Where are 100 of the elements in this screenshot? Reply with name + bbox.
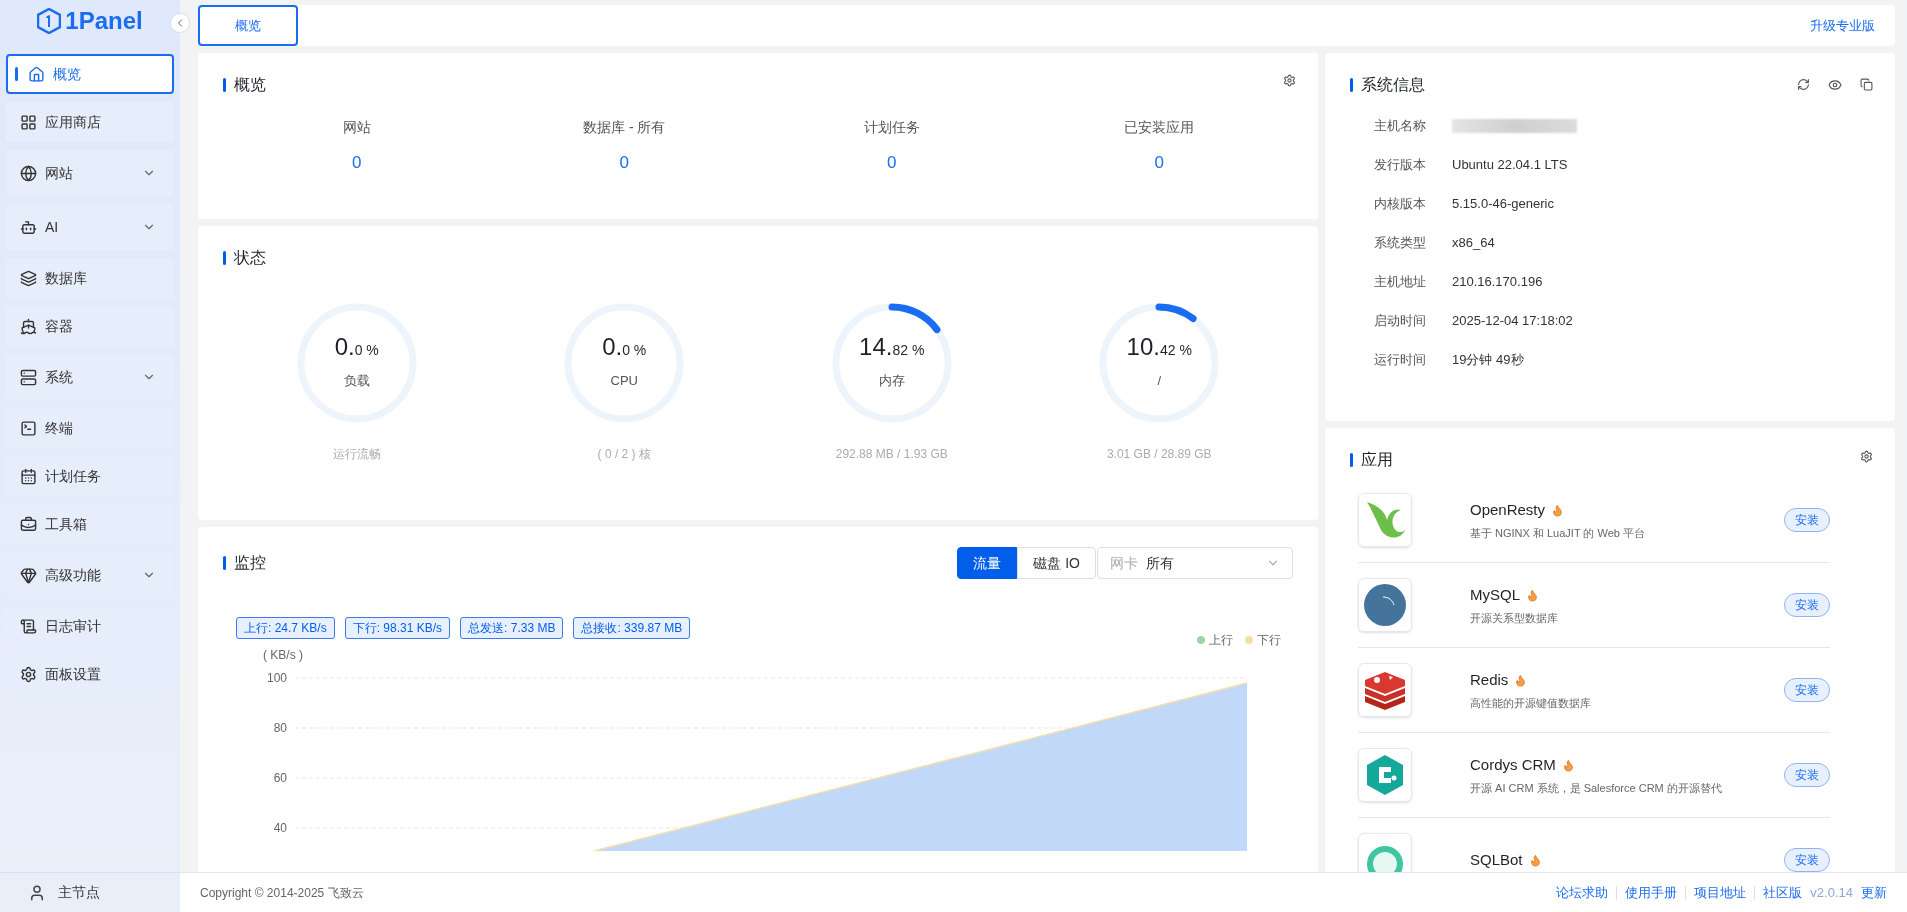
stat-value[interactable]: 0 — [887, 150, 897, 176]
axis-tick: 100 — [266, 671, 287, 685]
gauge-value: 14.82 % — [859, 335, 925, 360]
toolbox-icon — [20, 515, 37, 533]
info-label: 发行版本 — [1374, 156, 1427, 175]
info-value: Ubuntu 22.04.1 LTS — [1452, 156, 1568, 175]
mode-tab[interactable]: 磁盘 IO — [1017, 547, 1096, 579]
app-name: MySQL — [1470, 585, 1520, 605]
traffic-tag: 下行: 98.31 KB/s — [344, 617, 451, 639]
refresh-icon[interactable] — [1797, 78, 1810, 91]
traffic-tag: 上行: 24.7 KB/s — [236, 617, 335, 639]
stat-label: 网站 — [342, 118, 371, 137]
settings-icon — [20, 665, 37, 683]
stat-label: 计划任务 — [863, 118, 920, 137]
info-label: 主机名称 — [1374, 117, 1427, 136]
install-button[interactable]: 安装 — [1784, 678, 1830, 702]
menu-item[interactable]: AI — [6, 204, 174, 250]
install-button[interactable]: 安装 — [1784, 763, 1830, 787]
info-value: 2025-12-04 17:18:02 — [1452, 312, 1573, 331]
stat-value[interactable]: 0 — [619, 150, 629, 176]
install-button[interactable]: 安装 — [1784, 848, 1830, 872]
gauge-label: 内存 — [878, 372, 905, 391]
gauge-caption: ( 0 / 2 ) 核 — [597, 446, 651, 463]
footer-link[interactable]: 论坛求助 — [1556, 882, 1609, 903]
menu-item[interactable]: 网站 — [6, 150, 174, 196]
stat-label: 已安装应用 — [1124, 118, 1195, 137]
page-tab[interactable]: 概览 — [198, 5, 298, 46]
menu-item[interactable]: 系统 — [6, 354, 174, 400]
menu-item[interactable]: 终端 — [6, 408, 174, 448]
stat-value[interactable]: 0 — [352, 150, 362, 176]
terminal-icon — [20, 419, 37, 437]
eye-icon[interactable] — [1828, 78, 1842, 92]
card-title: 监控 — [234, 553, 266, 573]
gauge-label: 负载 — [343, 372, 370, 391]
card-title: 状态 — [234, 248, 266, 268]
menu-item[interactable]: 应用商店 — [6, 102, 174, 142]
upgrade-link[interactable]: 升级专业版 — [1810, 15, 1875, 36]
install-button[interactable]: 安装 — [1784, 508, 1830, 532]
settings-icon[interactable] — [1860, 450, 1873, 463]
gauge-caption: 运行流畅 — [332, 446, 381, 463]
house-icon — [28, 65, 45, 83]
legend-label[interactable]: 下行 — [1257, 631, 1281, 649]
logo-icon — [37, 8, 62, 34]
info-label: 运行时间 — [1374, 351, 1427, 370]
gauge-label: / — [1157, 372, 1162, 391]
copy-icon[interactable] — [1860, 78, 1873, 91]
app-description: 开源 AI CRM 系统，是 Salesforce CRM 的开源替代 — [1470, 780, 1723, 796]
gauge-caption: 3.01 GB / 28.89 GB — [1106, 446, 1212, 463]
info-value: 5.15.0-46-generic — [1452, 195, 1554, 214]
gauge-value: 0.0 % — [602, 335, 647, 360]
install-button[interactable]: 安装 — [1784, 593, 1830, 617]
layers-icon — [20, 269, 37, 287]
copyright: Copyright © 2014-2025 飞致云 — [200, 884, 364, 902]
info-label: 内核版本 — [1374, 195, 1427, 214]
gem-icon — [20, 566, 37, 584]
axis-tick: 80 — [273, 721, 287, 735]
card-title: 系统信息 — [1361, 75, 1425, 95]
traffic-tag: 总接收: 339.87 MB — [573, 617, 691, 639]
nic-select[interactable]: 网卡 所有 — [1097, 547, 1293, 579]
app-name: Redis — [1470, 670, 1509, 690]
axis-tick: 40 — [273, 821, 287, 835]
footer-link[interactable]: 项目地址 — [1694, 882, 1747, 903]
ship-icon — [20, 317, 37, 335]
footer-link[interactable]: 使用手册 — [1625, 882, 1678, 903]
update-link[interactable]: 更新 — [1861, 882, 1887, 903]
menu-item[interactable]: 容器 — [6, 306, 174, 346]
axis-tick: 60 — [273, 771, 287, 785]
user-icon — [28, 883, 46, 902]
footer-link[interactable]: 社区版 — [1763, 882, 1803, 903]
grid-icon — [20, 113, 37, 131]
menu-item[interactable]: 概览 — [6, 54, 174, 94]
app-name: Cordys CRM — [1470, 755, 1556, 775]
card-title: 应用 — [1361, 450, 1393, 470]
node-name: 主节点 — [58, 883, 100, 902]
version-label: v2.0.14 — [1810, 883, 1853, 902]
app-description: 高性能的开源键值数据库 — [1470, 695, 1592, 711]
info-label: 系统类型 — [1374, 234, 1427, 253]
gauge-value: 0.0 % — [334, 335, 379, 360]
gauge-label: CPU — [610, 372, 638, 391]
info-value: 19分钟 49秒 — [1452, 351, 1524, 370]
axis-unit: ( KB/s ) — [263, 648, 303, 662]
app-name: OpenResty — [1470, 500, 1546, 520]
stat-value[interactable]: 0 — [1154, 150, 1164, 176]
brand-name: 1Panel — [65, 6, 143, 36]
menu-item[interactable]: 数据库 — [6, 258, 174, 298]
traffic-tag: 总发送: 7.33 MB — [460, 617, 564, 639]
info-value: 210.16.170.196 — [1452, 273, 1543, 292]
gauge-caption: 292.88 MB / 1.93 GB — [835, 446, 948, 463]
settings-icon[interactable] — [1283, 74, 1296, 87]
info-label: 启动时间 — [1374, 312, 1427, 331]
app-description: 基于 NGINX 和 LuaJIT 的 Web 平台 — [1470, 525, 1647, 541]
app-description: 开源关系型数据库 — [1470, 610, 1559, 626]
server-icon — [20, 368, 37, 386]
info-value: x86_64 — [1452, 234, 1495, 253]
stat-label: 数据库 - 所有 — [583, 118, 666, 137]
app-name: SQLBot — [1470, 849, 1523, 870]
legend-label[interactable]: 上行 — [1209, 631, 1233, 649]
card-title: 概览 — [234, 75, 266, 95]
mode-tab[interactable]: 流量 — [957, 547, 1018, 579]
gauge-value: 10.42 % — [1126, 335, 1192, 360]
